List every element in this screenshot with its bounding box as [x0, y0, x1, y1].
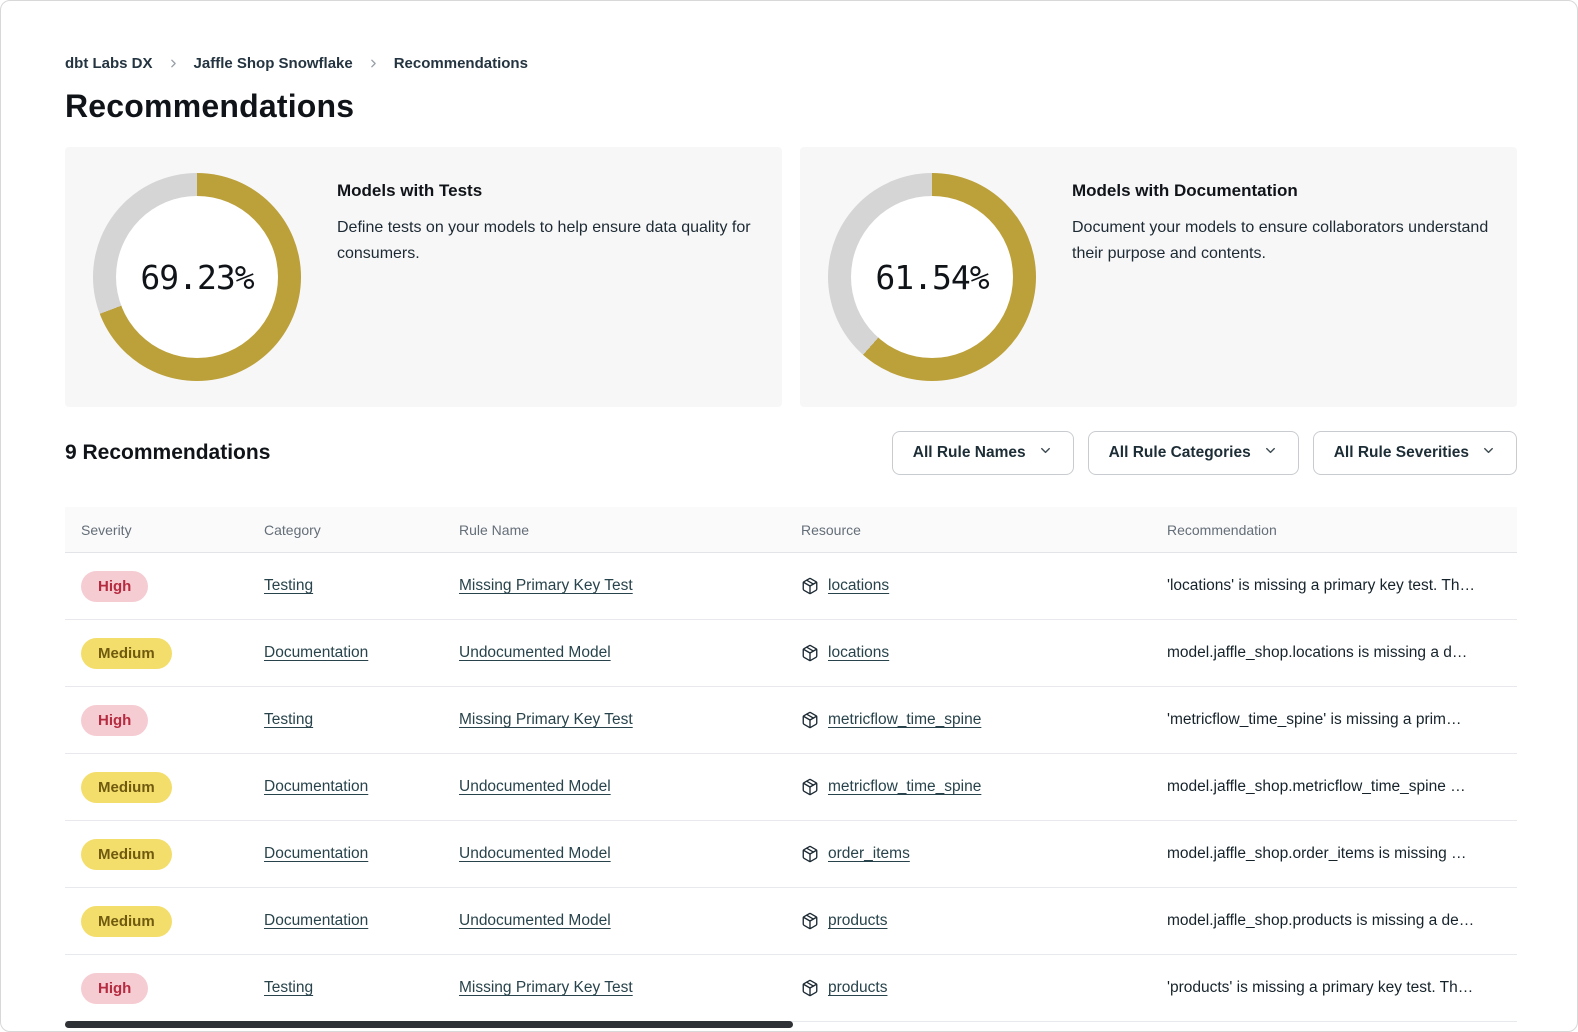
package-icon [801, 644, 819, 662]
recommendation-text: 'products' is missing a primary key test… [1151, 979, 1517, 997]
package-icon [801, 912, 819, 930]
filter-label: All Rule Categories [1109, 444, 1251, 462]
package-icon [801, 845, 819, 863]
package-icon [801, 778, 819, 796]
column-header-severity: Severity [65, 522, 248, 538]
documentation-percent-value: 61.54% [875, 258, 988, 297]
chevron-down-icon [1038, 443, 1053, 463]
chevron-right-icon [167, 57, 180, 70]
severity-badge: Medium [81, 772, 172, 803]
card-description: Document your models to ensure collabora… [1072, 215, 1489, 267]
column-header-rule-name: Rule Name [443, 522, 785, 538]
recommendation-text: model.jaffle_shop.locations is missing a… [1151, 644, 1517, 662]
rule-categories-filter-dropdown[interactable]: All Rule Categories [1088, 431, 1299, 475]
list-header: 9 Recommendations All Rule Names All Rul… [65, 431, 1517, 475]
table-row: High Testing Missing Primary Key Test me… [65, 687, 1517, 754]
filter-bar: All Rule Names All Rule Categories All R… [892, 431, 1517, 475]
chevron-down-icon [1481, 443, 1496, 463]
recommendation-text: model.jaffle_shop.metricflow_time_spine … [1151, 778, 1517, 796]
rule-name-link[interactable]: Undocumented Model [459, 778, 611, 795]
card-description: Define tests on your models to help ensu… [337, 215, 754, 267]
category-link[interactable]: Testing [264, 711, 313, 728]
table-row: High Testing Missing Primary Key Test pr… [65, 955, 1517, 1022]
category-link[interactable]: Documentation [264, 845, 368, 862]
table-header-row: Severity Category Rule Name Resource Rec… [65, 507, 1517, 553]
category-link[interactable]: Documentation [264, 644, 368, 661]
chevron-down-icon [1263, 443, 1278, 463]
recommendation-text: 'metricflow_time_spine' is missing a pri… [1151, 711, 1517, 729]
table-row: Medium Documentation Undocumented Model … [65, 888, 1517, 955]
recommendations-table: Severity Category Rule Name Resource Rec… [65, 507, 1517, 1022]
rule-name-link[interactable]: Undocumented Model [459, 845, 611, 862]
donut-hole: 61.54% [851, 196, 1013, 358]
recommendations-count: 9 Recommendations [65, 441, 270, 465]
category-link[interactable]: Testing [264, 979, 313, 996]
resource-link[interactable]: locations [828, 577, 889, 595]
severity-badge: High [81, 973, 148, 1004]
rule-name-link[interactable]: Missing Primary Key Test [459, 979, 633, 996]
resource-link[interactable]: metricflow_time_spine [828, 778, 981, 796]
table-row: Medium Documentation Undocumented Model … [65, 821, 1517, 888]
column-header-resource: Resource [785, 522, 1151, 538]
resource-link[interactable]: locations [828, 644, 889, 662]
rule-name-link[interactable]: Undocumented Model [459, 912, 611, 929]
rule-names-filter-dropdown[interactable]: All Rule Names [892, 431, 1074, 475]
card-title: Models with Tests [337, 181, 754, 201]
donut-hole: 69.23% [116, 196, 278, 358]
documentation-donut-chart: 61.54% [828, 173, 1036, 381]
severity-badge: Medium [81, 638, 172, 669]
column-header-recommendation: Recommendation [1151, 522, 1517, 538]
tests-percent-value: 69.23% [140, 258, 253, 297]
category-link[interactable]: Documentation [264, 912, 368, 929]
severity-badge: Medium [81, 906, 172, 937]
card-title: Models with Documentation [1072, 181, 1489, 201]
category-link[interactable]: Documentation [264, 778, 368, 795]
page-title: Recommendations [65, 88, 1517, 125]
table-row: High Testing Missing Primary Key Test lo… [65, 553, 1517, 620]
package-icon [801, 577, 819, 595]
horizontal-scrollbar-thumb[interactable] [65, 1021, 793, 1028]
models-with-documentation-card: 61.54% Models with Documentation Documen… [800, 147, 1517, 407]
column-header-category: Category [248, 522, 443, 538]
metric-cards: 69.23% Models with Tests Define tests on… [65, 147, 1517, 407]
recommendation-text: model.jaffle_shop.order_items is missing… [1151, 845, 1517, 863]
breadcrumb: dbt Labs DX Jaffle Shop Snowflake Recomm… [65, 55, 1517, 72]
tests-donut-chart: 69.23% [93, 173, 301, 381]
breadcrumb-item-jaffle-shop-snowflake[interactable]: Jaffle Shop Snowflake [194, 55, 353, 72]
rule-name-link[interactable]: Missing Primary Key Test [459, 711, 633, 728]
rule-name-link[interactable]: Undocumented Model [459, 644, 611, 661]
resource-link[interactable]: metricflow_time_spine [828, 711, 981, 729]
severity-badge: High [81, 705, 148, 736]
breadcrumb-item-dbt-labs-dx[interactable]: dbt Labs DX [65, 55, 153, 72]
category-link[interactable]: Testing [264, 577, 313, 594]
breadcrumb-item-recommendations: Recommendations [394, 55, 528, 72]
table-row: Medium Documentation Undocumented Model … [65, 620, 1517, 687]
table-row: Medium Documentation Undocumented Model … [65, 754, 1517, 821]
package-icon [801, 979, 819, 997]
filter-label: All Rule Names [913, 444, 1026, 462]
rule-name-link[interactable]: Missing Primary Key Test [459, 577, 633, 594]
severity-badge: High [81, 571, 148, 602]
models-with-tests-card: 69.23% Models with Tests Define tests on… [65, 147, 782, 407]
resource-link[interactable]: products [828, 912, 887, 930]
recommendation-text: model.jaffle_shop.products is missing a … [1151, 912, 1517, 930]
resource-link[interactable]: products [828, 979, 887, 997]
rule-severities-filter-dropdown[interactable]: All Rule Severities [1313, 431, 1517, 475]
recommendations-page: dbt Labs DX Jaffle Shop Snowflake Recomm… [0, 0, 1578, 1032]
recommendation-text: 'locations' is missing a primary key tes… [1151, 577, 1517, 595]
severity-badge: Medium [81, 839, 172, 870]
filter-label: All Rule Severities [1334, 444, 1469, 462]
chevron-right-icon [367, 57, 380, 70]
package-icon [801, 711, 819, 729]
resource-link[interactable]: order_items [828, 845, 910, 863]
